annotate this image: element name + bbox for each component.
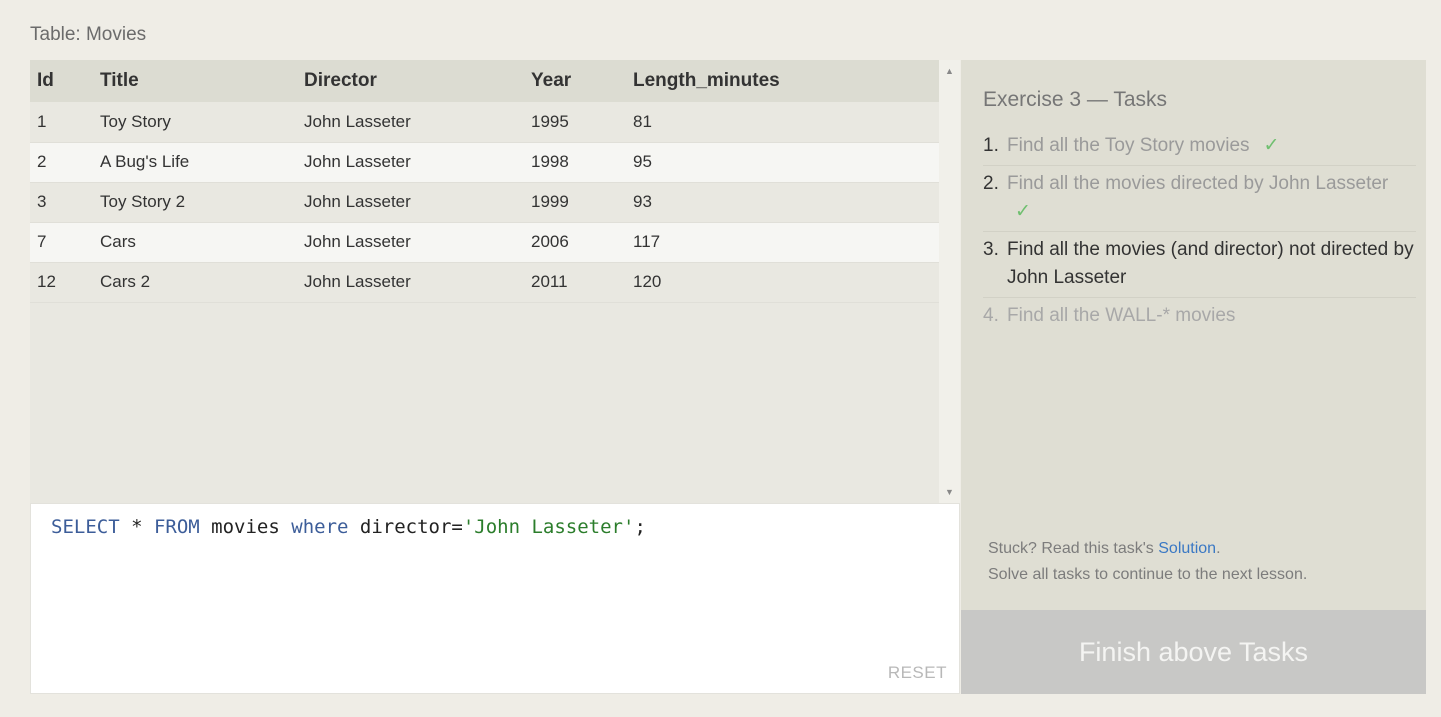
task-number: 1. [983,135,999,156]
cell-id: 1 [37,111,47,131]
cell-director: John Lasseter [304,111,411,131]
task-number: 3. [983,239,999,260]
query-table: movies [199,516,292,538]
cell-director: John Lasseter [304,232,411,251]
cell-year: 2006 [531,232,569,251]
cell-year: 2011 [531,272,568,291]
stuck-suffix: . [1216,540,1221,557]
table-row: 1 Toy Story John Lasseter 1995 81 [30,102,939,142]
task-text: Find all the movies (and director) not d… [1007,239,1414,288]
query-star: * [119,516,154,538]
task-text: Find all the movies directed by John Las… [1007,173,1389,194]
column-header-director: Director [304,70,377,91]
cell-length: 117 [633,232,661,251]
cell-director: John Lasseter [304,272,411,291]
sql-query-editor[interactable]: SELECT * FROM movies where director='Joh… [30,503,960,694]
keyword-from: FROM [153,516,200,538]
finish-tasks-button[interactable]: Finish above Tasks [961,610,1426,694]
cell-length: 81 [633,111,652,131]
query-string-literal: 'John Lasseter' [462,516,635,538]
cell-director: John Lasseter [304,192,411,211]
cell-director: John Lasseter [304,152,411,171]
task-text: Find all the WALL-* movies [1007,305,1236,326]
table-caption: Table: Movies [30,24,147,45]
results-table-panel: Id Title Director Year Length_minutes 1 … [30,60,939,503]
task-text: Find all the Toy Story movies [1007,135,1250,156]
task-item: 2. Find all the movies directed by John … [983,166,1416,232]
cell-year: 1998 [531,152,569,171]
cell-title: Cars 2 [100,272,151,291]
keyword-select: SELECT [51,516,120,538]
cell-year: 1995 [531,111,569,131]
column-header-length: Length_minutes [633,70,780,91]
cell-id: 3 [37,192,47,211]
table-header-row: Id Title Director Year Length_minutes [30,60,939,102]
cell-id: 7 [37,232,47,251]
solution-link[interactable]: Solution [1158,540,1216,557]
cell-id: 2 [37,152,47,171]
task-list: 1. Find all the Toy Story movies ✓ 2. Fin… [983,128,1416,335]
cell-title: Toy Story [100,111,171,131]
cell-year: 1999 [531,192,569,211]
table-row: 7 Cars John Lasseter 2006 117 [30,222,939,262]
keyword-where: where [291,516,349,538]
results-scrollbar[interactable]: ▲ ▼ [939,60,960,503]
task-item: 4. Find all the WALL-* movies [983,298,1416,335]
column-header-year: Year [531,70,572,91]
cell-title: Toy Story 2 [100,192,186,211]
cell-length: 93 [633,192,652,211]
query-line[interactable]: SELECT * FROM movies where director='Joh… [51,516,646,538]
task-item: 3. Find all the movies (and director) no… [983,232,1416,298]
cell-length: 120 [633,272,662,291]
tasks-heading: Exercise 3 — Tasks [983,88,1168,111]
cell-title: A Bug's Life [100,152,190,171]
stuck-prefix: Stuck? Read this task's [988,540,1159,557]
table-row: 3 Toy Story 2 John Lasseter 1999 93 [30,182,939,222]
scroll-up-icon[interactable]: ▲ [945,66,954,76]
column-header-id: Id [37,70,54,91]
column-header-title: Title [100,70,139,91]
cell-length: 95 [633,152,652,171]
query-condition: director= [348,516,463,538]
table-row: 2 A Bug's Life John Lasseter 1998 95 [30,142,939,182]
check-icon: ✓ [1263,135,1280,156]
tasks-panel: Exercise 3 — Tasks 1. Find all the Toy S… [961,60,1426,610]
table-row: 12 Cars 2 John Lasseter 2011 120 [30,262,939,302]
cell-title: Cars [100,232,136,251]
reset-button[interactable]: RESET [888,663,947,683]
query-terminator: ; [634,516,646,538]
continue-note: Solve all tasks to continue to the next … [988,566,1308,583]
task-number: 2. [983,173,999,194]
task-item: 1. Find all the Toy Story movies ✓ [983,128,1416,166]
task-number: 4. [983,305,999,326]
results-table: Id Title Director Year Length_minutes 1 … [30,60,939,303]
stuck-hint: Stuck? Read this task's Solution. [988,540,1221,558]
scroll-down-icon[interactable]: ▼ [945,487,954,497]
check-icon: ✓ [1015,201,1031,222]
cell-id: 12 [37,272,56,291]
